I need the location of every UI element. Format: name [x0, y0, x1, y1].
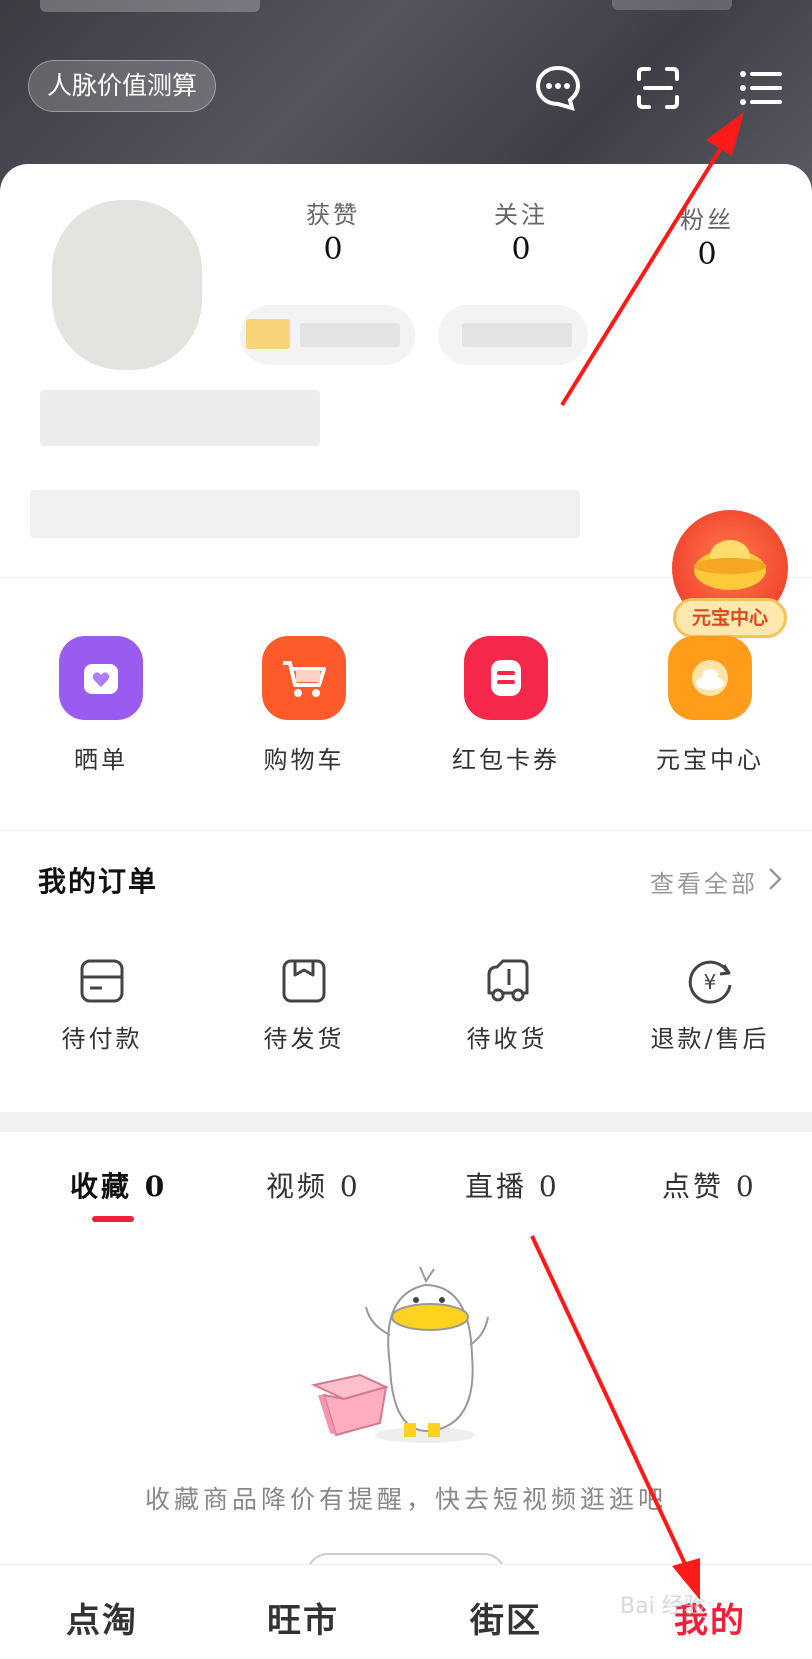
message-icon[interactable]: [532, 62, 584, 114]
chevron-right-icon: [768, 867, 782, 897]
order-label: 待收货: [466, 1025, 548, 1053]
tab-likes[interactable]: 点赞 0: [662, 1165, 757, 1205]
quick-action-ingot-center[interactable]: 元宝中心: [650, 636, 770, 775]
level-badge-blurred[interactable]: [438, 305, 588, 365]
refund-icon: ¥: [684, 955, 736, 1007]
influence-badge-blurred[interactable]: [240, 305, 415, 365]
scan-icon[interactable]: [632, 62, 684, 114]
stat-label: 获赞: [306, 201, 360, 229]
package-icon: [278, 955, 330, 1007]
order-label: 退款/售后: [650, 1025, 770, 1053]
stat-label: 粉丝: [680, 206, 734, 234]
nav-diantao[interactable]: 点淘: [42, 1593, 162, 1642]
coin-center-float[interactable]: 元宝中心: [670, 510, 790, 640]
quick-action-label: 晒单: [74, 746, 128, 774]
view-all-label: 查看全部: [650, 870, 758, 898]
stat-value: 0: [323, 232, 343, 267]
order-pending-receipt[interactable]: 待收货: [437, 955, 577, 1054]
order-pending-payment[interactable]: 待付款: [32, 955, 172, 1054]
menu-list-icon[interactable]: [734, 62, 786, 114]
order-pending-shipment[interactable]: 待发货: [234, 955, 374, 1054]
avatar[interactable]: [52, 200, 202, 370]
quick-action-coupons[interactable]: 红包卡券: [446, 636, 566, 775]
quick-action-show-order[interactable]: 晒单: [41, 636, 161, 775]
network-value-button[interactable]: 人脉价值测算: [28, 60, 217, 112]
quick-action-label: 购物车: [263, 746, 345, 774]
tab-videos[interactable]: 视频 0: [266, 1165, 361, 1205]
view-all-orders-link[interactable]: 查看全部: [650, 864, 782, 899]
status-bar-left: [40, 0, 260, 12]
arrow-to-mine-tab: [530, 1235, 700, 1600]
order-refund-aftersale[interactable]: ¥ 退款/售后: [640, 955, 780, 1054]
coupon-icon: [464, 636, 548, 720]
duck-illustration: [300, 1255, 510, 1455]
quick-action-label: 红包卡券: [452, 746, 560, 774]
watermark: Bai 经验: [620, 1594, 706, 1619]
order-label: 待付款: [61, 1025, 143, 1053]
order-label: 待发货: [263, 1025, 345, 1053]
coin-center-label: 元宝中心: [673, 598, 787, 638]
section-gap: [0, 1112, 812, 1132]
stat-likes[interactable]: 获赞 0: [273, 195, 393, 267]
divider: [0, 830, 812, 831]
nav-wangshi[interactable]: 旺市: [243, 1593, 363, 1642]
quick-action-cart[interactable]: 购物车: [244, 636, 364, 775]
tab-favorites[interactable]: 收藏 0: [70, 1165, 167, 1205]
cart-icon: [262, 636, 346, 720]
wallet-icon: [76, 955, 128, 1007]
svg-text:¥: ¥: [704, 970, 717, 994]
stat-followers[interactable]: 粉丝 0: [647, 200, 767, 272]
status-bar-right: [612, 0, 732, 10]
truck-icon: [481, 955, 533, 1007]
empty-state-message: 收藏商品降价有提醒，快去短视频逛逛吧: [144, 1485, 667, 1514]
orders-title: 我的订单: [38, 865, 159, 898]
stat-label: 关注: [494, 201, 548, 229]
ingot-icon: [668, 636, 752, 720]
username-blurred: [40, 390, 320, 446]
tab-active-indicator: [92, 1216, 134, 1222]
tab-live[interactable]: 直播 0: [465, 1165, 560, 1205]
nav-jiequ[interactable]: 街区: [446, 1593, 566, 1642]
stat-value: 0: [697, 237, 717, 272]
stat-value: 0: [511, 232, 531, 267]
quick-action-label: 元宝中心: [656, 746, 764, 774]
bio-blurred: [30, 490, 580, 538]
stat-following[interactable]: 关注 0: [461, 195, 581, 267]
heart-bag-icon: [59, 636, 143, 720]
